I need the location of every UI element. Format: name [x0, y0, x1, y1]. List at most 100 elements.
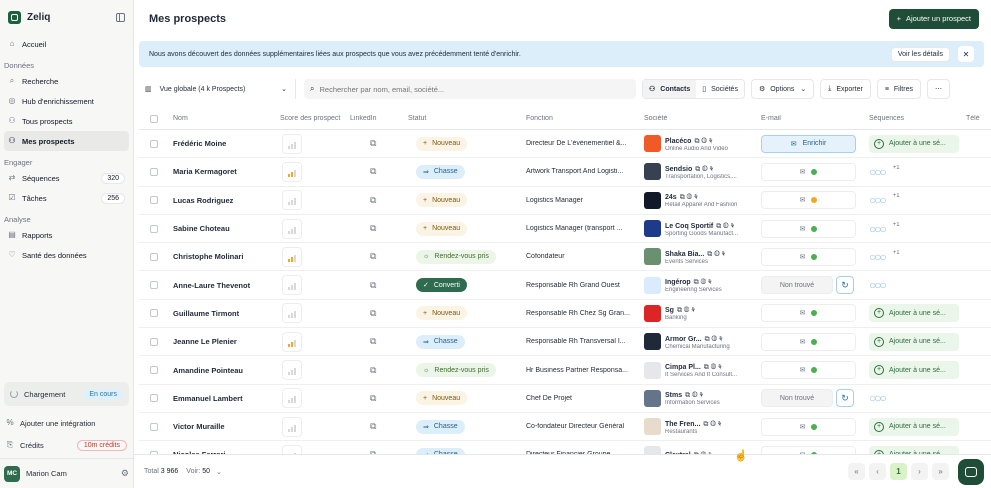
- add-prospect-button[interactable]: + Ajouter un prospect: [888, 8, 979, 29]
- add-to-sequence-button[interactable]: Ajouter à une sé...: [869, 445, 959, 454]
- company-links-icon[interactable]: ⧉ ◍ ⚘: [707, 251, 725, 258]
- sequence-status[interactable]: ○○○ +1: [869, 250, 958, 264]
- page-current[interactable]: 1: [890, 463, 907, 480]
- company-name[interactable]: Le Coq Sportif: [665, 223, 713, 230]
- email-field[interactable]: ✉: [761, 417, 856, 436]
- sidebar-item-recherche[interactable]: ⌕ Recherche: [4, 71, 129, 91]
- table-row[interactable]: Lucas Rodriguez ⧉ + Nouveau Logistics Manage…: [139, 187, 991, 215]
- close-icon[interactable]: ✕: [958, 46, 974, 62]
- company-links-icon[interactable]: ⧉ ◍ ⚘: [694, 138, 712, 145]
- search-box[interactable]: ⌕: [304, 79, 636, 99]
- company-links-icon[interactable]: ⧉ ◍ ⚘: [695, 166, 713, 173]
- next-page-icon[interactable]: ›: [911, 463, 928, 480]
- credits-link[interactable]: ⎘ Crédits 10m crédits: [0, 434, 133, 456]
- row-checkbox[interactable]: [139, 167, 169, 176]
- add-to-sequence-button[interactable]: Ajouter à une sé...: [869, 417, 959, 436]
- table-row[interactable]: Victor Muraille ⧉ ⇒ Chasse Co-fondateur Dire…: [139, 413, 991, 442]
- table-row[interactable]: Jeanne Le Plenier ⧉ ⇒ Chasse Responsable Rh …: [139, 328, 991, 357]
- tab-societes[interactable]: ▯ Sociétés: [696, 80, 744, 98]
- add-to-sequence-button[interactable]: Ajouter à une sé...: [869, 332, 959, 351]
- sequence-status[interactable]: ○○○: [869, 278, 958, 292]
- status-badge[interactable]: + Nouveau: [416, 136, 468, 151]
- table-row[interactable]: Maria Kermagoret ⧉ ⇒ Chasse Artwork Transpor…: [139, 158, 991, 187]
- row-checkbox[interactable]: [139, 394, 169, 403]
- company-links-icon[interactable]: ⧉ ◍ ⚘: [704, 364, 722, 371]
- sequence-status[interactable]: ○○○ +1: [869, 222, 958, 236]
- options-button[interactable]: ⚙ Options ⌄: [750, 79, 815, 99]
- table-row[interactable]: Frédéric Moine ⧉ + Nouveau Directeur De L'év…: [139, 130, 991, 159]
- status-badge[interactable]: + Nouveau: [416, 193, 468, 208]
- prospect-name[interactable]: Guillaume Tirmont: [169, 309, 276, 318]
- sidebar-item-mes-prospects[interactable]: ⚇ Mes prospects: [4, 131, 129, 151]
- row-checkbox[interactable]: [139, 252, 169, 261]
- enrich-button[interactable]: ✉ Enrichir: [761, 134, 856, 153]
- sidebar-item-santé-des-données[interactable]: ♡ Santé des données: [4, 245, 129, 265]
- external-link-icon[interactable]: ⧉: [350, 195, 376, 205]
- table-row[interactable]: Anne-Laure Thevenot ⧉ ✓ Converti Responsable…: [139, 271, 991, 300]
- external-link-icon[interactable]: ⧉: [350, 393, 376, 403]
- external-link-icon[interactable]: ⧉: [350, 166, 376, 176]
- add-to-sequence-button[interactable]: Ajouter à une sé...: [869, 304, 959, 323]
- select-all-checkbox[interactable]: [139, 114, 169, 123]
- table-row[interactable]: Christophe Molinari ⧉ ☼ Rendez-vous pris Cof…: [139, 243, 991, 272]
- company-links-icon[interactable]: ⧉ ◍ ⚘: [705, 336, 723, 343]
- row-checkbox[interactable]: [139, 281, 169, 290]
- company-links-icon[interactable]: ⧉ ◍ ⚘: [677, 307, 695, 314]
- col-linkedin[interactable]: LinkedIn: [346, 115, 404, 122]
- company-name[interactable]: Sendsio: [665, 166, 692, 173]
- status-badge[interactable]: ⇒ Chasse: [416, 164, 465, 179]
- sidebar-item-tous-prospects[interactable]: ⚇ Tous prospects: [4, 111, 129, 131]
- prospect-name[interactable]: Victor Muraille: [169, 422, 276, 431]
- last-page-icon[interactable]: »: [932, 463, 949, 480]
- table-row[interactable]: Guillaume Tirmont ⧉ + Nouveau Responsable Rh…: [139, 300, 991, 329]
- external-link-icon[interactable]: ⧉: [350, 336, 376, 346]
- company-name[interactable]: Sg: [665, 307, 674, 314]
- add-to-sequence-button[interactable]: Ajouter à une sé...: [869, 361, 959, 380]
- prospect-name[interactable]: Anne-Laure Thevenot: [169, 281, 276, 290]
- table-row[interactable]: Amandine Pointeau ⧉ ☼ Rendez-vous pris Hr Bu…: [139, 356, 991, 385]
- refresh-icon[interactable]: ↻: [836, 389, 854, 408]
- company-links-icon[interactable]: ⧉ ◍ ⚘: [694, 279, 712, 286]
- sidebar-item-séquences[interactable]: ⇄ Séquences 320: [4, 168, 129, 188]
- company-name[interactable]: Armor Gr...: [665, 336, 702, 343]
- status-badge[interactable]: ☼ Rendez-vous pris: [416, 363, 496, 378]
- chevron-down-icon[interactable]: ⌄: [216, 468, 222, 476]
- company-name[interactable]: 24s: [665, 194, 677, 201]
- company-name[interactable]: Shaka Bia...: [665, 251, 704, 258]
- external-link-icon[interactable]: ⧉: [350, 421, 376, 431]
- prospect-name[interactable]: Christophe Molinari: [169, 252, 276, 261]
- company-links-icon[interactable]: ⧉ ◍ ⚘: [680, 194, 698, 201]
- row-checkbox[interactable]: [139, 366, 169, 375]
- col-fonction[interactable]: Fonction: [522, 115, 640, 122]
- email-field[interactable]: ✉: [761, 304, 856, 323]
- company-name[interactable]: The Fren...: [665, 421, 700, 428]
- row-checkbox[interactable]: [139, 139, 169, 148]
- tab-contacts[interactable]: ⚇ Contacts: [643, 80, 697, 98]
- row-checkbox[interactable]: [139, 337, 169, 346]
- email-field[interactable]: ✉: [761, 247, 856, 266]
- email-field[interactable]: ✉: [761, 219, 856, 238]
- company-links-icon[interactable]: ⧉ ◍ ⚘: [685, 392, 703, 399]
- col-nom[interactable]: Nom: [169, 115, 276, 122]
- sequence-status[interactable]: ○○○: [869, 391, 958, 405]
- row-checkbox[interactable]: [139, 309, 169, 318]
- row-checkbox[interactable]: [139, 196, 169, 205]
- external-link-icon[interactable]: ⧉: [350, 308, 376, 318]
- chat-support-icon[interactable]: [958, 459, 984, 485]
- col-email[interactable]: E-mail: [757, 115, 865, 122]
- external-link-icon[interactable]: ⧉: [350, 251, 376, 261]
- external-link-icon[interactable]: ⧉: [350, 138, 376, 148]
- email-field[interactable]: ✉: [761, 332, 856, 351]
- table-row[interactable]: Nicolas Ferrari⧉⇒ChasseDirecteur Financi…: [139, 441, 991, 454]
- view-details-button[interactable]: Voir les détails: [890, 46, 950, 62]
- add-integration-link[interactable]: % Ajouter une intégration: [0, 412, 133, 434]
- status-badge[interactable]: ⇒ Chasse: [416, 334, 465, 349]
- company-links-icon[interactable]: ⧉ ◍ ⚘: [703, 421, 721, 428]
- email-field[interactable]: ✉: [761, 361, 856, 380]
- prospect-name[interactable]: Amandine Pointeau: [169, 366, 276, 375]
- email-field[interactable]: ✉: [761, 162, 856, 181]
- sidebar-item-tâches[interactable]: ☑ Tâches 256: [4, 188, 129, 208]
- sidebar-item-hub-d-enrichissement[interactable]: ◎ Hub d'enrichissement: [4, 91, 129, 111]
- per-page-select[interactable]: 50: [202, 468, 210, 475]
- view-select[interactable]: ▥ Vue globale (4 k Prospects) ⌄: [139, 79, 296, 99]
